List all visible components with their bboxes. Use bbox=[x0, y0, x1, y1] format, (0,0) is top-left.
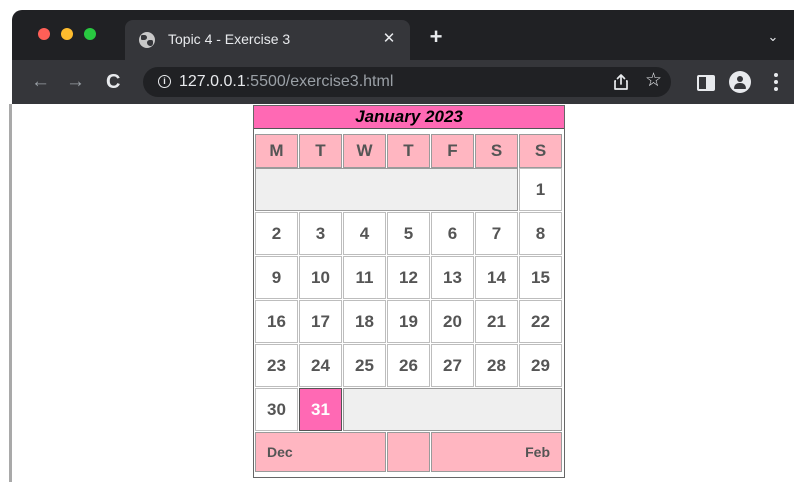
day-cell[interactable]: 16 bbox=[255, 300, 298, 343]
weekday-header: S bbox=[519, 134, 562, 168]
day-cell[interactable]: 21 bbox=[475, 300, 518, 343]
next-month-link[interactable]: Feb bbox=[431, 432, 562, 472]
reload-button[interactable]: C bbox=[106, 72, 120, 92]
day-cell[interactable]: 17 bbox=[299, 300, 342, 343]
footer-spacer bbox=[387, 432, 430, 472]
weekday-header: S bbox=[475, 134, 518, 168]
window-close-button[interactable] bbox=[38, 28, 50, 40]
day-cell[interactable]: 4 bbox=[343, 212, 386, 255]
weekday-header: T bbox=[387, 134, 430, 168]
url-text[interactable]: 127.0.0.1:5500/exercise3.html bbox=[179, 73, 393, 91]
day-cell[interactable]: 28 bbox=[475, 344, 518, 387]
profile-avatar-icon[interactable] bbox=[729, 71, 751, 93]
day-cell[interactable]: 9 bbox=[255, 256, 298, 299]
kebab-menu-icon[interactable] bbox=[774, 73, 778, 91]
calendar-title: January 2023 bbox=[254, 106, 564, 129]
day-cell[interactable]: 2 bbox=[255, 212, 298, 255]
day-cell[interactable]: 27 bbox=[431, 344, 474, 387]
url-path: :5500/exercise3.html bbox=[245, 73, 394, 90]
day-cell[interactable]: 20 bbox=[431, 300, 474, 343]
day-cell[interactable]: 26 bbox=[387, 344, 430, 387]
day-cell[interactable]: 1 bbox=[519, 168, 562, 211]
forward-button[interactable]: → bbox=[66, 72, 85, 92]
day-cell[interactable]: 18 bbox=[343, 300, 386, 343]
weekday-header: F bbox=[431, 134, 474, 168]
day-cell[interactable]: 6 bbox=[431, 212, 474, 255]
day-cell[interactable]: 23 bbox=[255, 344, 298, 387]
bookmark-star-icon[interactable]: ☆ bbox=[645, 69, 662, 93]
url-host: 127.0.0.1 bbox=[179, 73, 246, 90]
close-tab-icon[interactable]: ✕ bbox=[380, 30, 398, 48]
day-cell[interactable]: 14 bbox=[475, 256, 518, 299]
day-cell[interactable]: 8 bbox=[519, 212, 562, 255]
day-cell[interactable]: 11 bbox=[343, 256, 386, 299]
day-cell[interactable]: 3 bbox=[299, 212, 342, 255]
day-cell[interactable]: 29 bbox=[519, 344, 562, 387]
weekday-header: T bbox=[299, 134, 342, 168]
day-cell[interactable]: 30 bbox=[255, 388, 298, 431]
day-cell[interactable]: 22 bbox=[519, 300, 562, 343]
empty-cell bbox=[343, 388, 562, 431]
site-info-icon[interactable]: i bbox=[158, 75, 171, 88]
active-tab[interactable]: Topic 4 - Exercise 3 ✕ bbox=[125, 20, 410, 60]
share-icon[interactable] bbox=[612, 73, 630, 91]
window-left-edge bbox=[9, 104, 12, 482]
globe-icon bbox=[139, 32, 155, 48]
day-cell[interactable]: 7 bbox=[475, 212, 518, 255]
tab-search-chevron-icon[interactable]: ⌄ bbox=[766, 30, 780, 44]
back-button[interactable]: ← bbox=[31, 72, 50, 92]
day-cell[interactable]: 19 bbox=[387, 300, 430, 343]
day-cell[interactable]: 24 bbox=[299, 344, 342, 387]
new-tab-button[interactable]: + bbox=[425, 26, 447, 48]
day-cell[interactable]: 5 bbox=[387, 212, 430, 255]
window-minimize-button[interactable] bbox=[61, 28, 73, 40]
day-cell[interactable]: 10 bbox=[299, 256, 342, 299]
day-cell[interactable]: 15 bbox=[519, 256, 562, 299]
address-bar[interactable]: i 127.0.0.1:5500/exercise3.html bbox=[143, 67, 671, 97]
prev-month-link[interactable]: Dec bbox=[255, 432, 386, 472]
window-zoom-button[interactable] bbox=[84, 28, 96, 40]
day-cell[interactable]: 13 bbox=[431, 256, 474, 299]
calendar: January 2023 M T W T F S S 1 2 3 4 5 6 7 8 9 10 11 12 13 14 1… bbox=[253, 105, 565, 478]
day-cell[interactable]: 25 bbox=[343, 344, 386, 387]
day-cell[interactable]: 12 bbox=[387, 256, 430, 299]
highlighted-day-cell[interactable]: 31 bbox=[299, 388, 342, 431]
side-panel-icon[interactable] bbox=[697, 75, 715, 91]
empty-cell bbox=[255, 168, 518, 211]
tab-title: Topic 4 - Exercise 3 bbox=[168, 31, 291, 47]
weekday-header: M bbox=[255, 134, 298, 168]
weekday-header: W bbox=[343, 134, 386, 168]
